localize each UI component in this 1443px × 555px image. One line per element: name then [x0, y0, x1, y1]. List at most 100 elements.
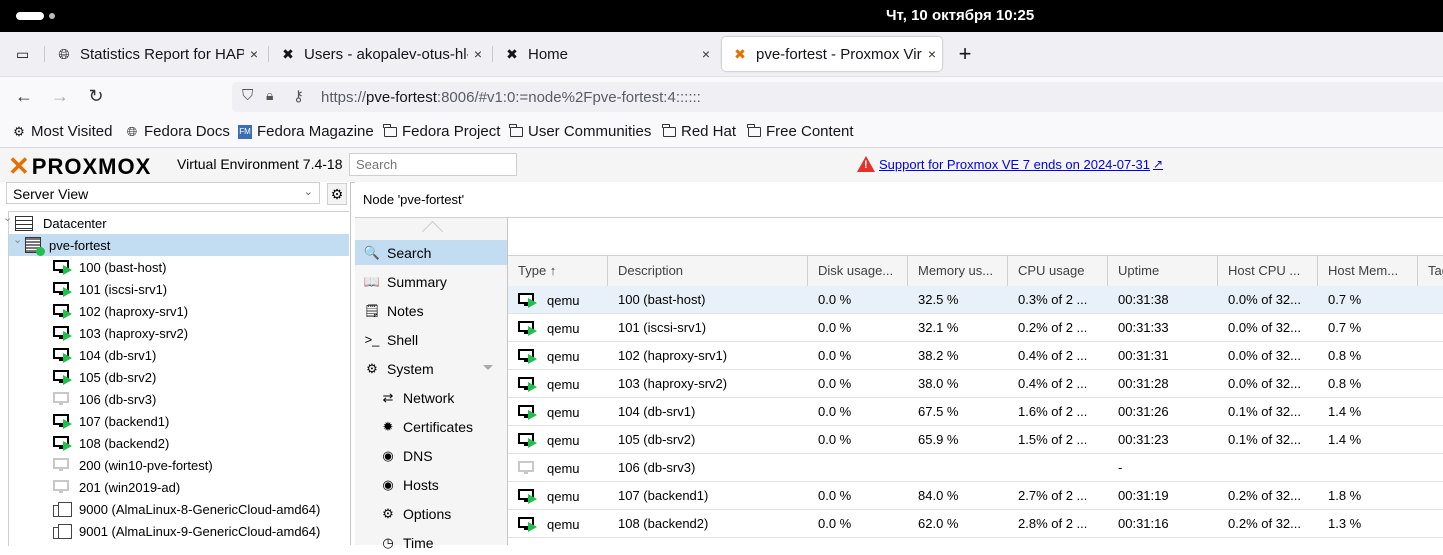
tree-item[interactable]: 105 (db-srv2): [9, 366, 349, 388]
table-row[interactable]: qemu 108 (backend2) 0.0 % 62.0 % 2.8% of 2 .…: [508, 510, 1443, 538]
column-header[interactable]: Uptime: [1108, 256, 1218, 286]
tab-proxmox[interactable]: ✖ pve-fortest - Proxmox Virtual ×: [722, 37, 942, 71]
bookmark-fedora-magazine[interactable]: FM Fedora Magazine: [238, 123, 374, 140]
tree-item[interactable]: 101 (iscsi-srv1): [9, 278, 349, 300]
bookmark-most-visited[interactable]: ⚙ Most Visited: [12, 123, 112, 140]
column-header[interactable]: Memory us...: [908, 256, 1008, 286]
warning-icon: [857, 156, 875, 172]
tree-item-label: 107 (backend1): [79, 413, 170, 429]
tab-home[interactable]: ✖ Home ×: [494, 37, 716, 71]
menu-item-certificates[interactable]: ✹ Certificates: [355, 414, 507, 439]
globe-icon: 🌐︎: [58, 45, 70, 62]
bookmark-user-communities[interactable]: User Communities: [509, 123, 651, 140]
favicon-icon: ✖: [506, 45, 518, 62]
bookmark-free-content[interactable]: Free Content: [747, 123, 854, 140]
tab-users[interactable]: ✖ Users - akopalev-otus-hl-u ×: [270, 37, 488, 71]
vm-running-icon: [518, 377, 537, 392]
tree-item-label: 104 (db-srv1): [79, 347, 157, 363]
forward-icon[interactable]: →: [48, 84, 72, 108]
gear-icon: ⚙: [13, 123, 25, 139]
server-view-select[interactable]: Server View ⌄: [6, 182, 320, 204]
tree-item[interactable]: ⌄ Datacenter: [3, 212, 349, 234]
gear-icon[interactable]: ⚙: [327, 183, 347, 205]
bookmark-red-hat[interactable]: Red Hat: [662, 123, 736, 140]
tree-item[interactable]: 106 (db-srv3): [9, 388, 349, 410]
table-row[interactable]: qemu 100 (bast-host) 0.0 % 32.5 % 0.3% of 2 …: [508, 286, 1443, 314]
url-bar[interactable]: ⛉ 🔒︎ ⚷ https://pve-fortest:8006/#v1:0:=n…: [232, 82, 1443, 112]
tree-item[interactable]: 102 (haproxy-srv1): [9, 300, 349, 322]
scroll-up-icon[interactable]: [421, 220, 444, 243]
column-header[interactable]: Tags: [1418, 256, 1443, 286]
bookmark-fedora-project[interactable]: Fedora Project: [383, 123, 500, 140]
menu-item-notes[interactable]: 🗒 Notes: [355, 298, 507, 323]
cell-desc: 100 (bast-host): [618, 292, 706, 307]
close-icon[interactable]: ×: [244, 46, 264, 62]
tree-item-label: 9001 (AlmaLinux-9-GenericCloud-amd64): [79, 523, 321, 539]
cell-disk: [808, 454, 908, 482]
menu-item-dns[interactable]: ◉ DNS: [355, 443, 507, 468]
column-header[interactable]: CPU usage: [1008, 256, 1108, 286]
menu-item-time[interactable]: ◷ Time: [355, 530, 507, 555]
menu-item-system[interactable]: ⚙ System: [355, 356, 507, 381]
lock-warning-icon[interactable]: 🔒︎: [266, 87, 273, 104]
column-header[interactable]: Host CPU ...: [1218, 256, 1318, 286]
menu-item-search[interactable]: 🔍 Search: [355, 240, 507, 265]
tree-item[interactable]: 108 (backend2): [9, 432, 349, 454]
tree-item[interactable]: 103 (haproxy-srv2): [9, 322, 349, 344]
table-row[interactable]: qemu 101 (iscsi-srv1) 0.0 % 32.1 % 0.2% of 2…: [508, 314, 1443, 342]
table-row[interactable]: qemu 105 (db-srv2) 0.0 % 65.9 % 1.5% of 2 ..…: [508, 426, 1443, 454]
cell-cpu: 2.7% of 2 ...: [1018, 488, 1088, 503]
back-icon[interactable]: ←: [12, 84, 36, 108]
close-icon[interactable]: ×: [468, 46, 488, 62]
table-row[interactable]: qemu 102 (haproxy-srv1) 0.0 % 38.2 % 0.4% of…: [508, 342, 1443, 370]
cell-cpu: 0.4% of 2 ...: [1018, 348, 1088, 363]
tab-overview-button[interactable]: ▭: [6, 37, 36, 71]
expand-toggle-icon[interactable]: ⌄: [13, 233, 22, 246]
expand-toggle-icon[interactable]: ⌄: [3, 211, 12, 224]
close-icon[interactable]: ×: [696, 46, 716, 62]
key-icon[interactable]: ⚷: [293, 87, 304, 105]
vm-running-icon: [53, 326, 72, 341]
bookmark-fedora-docs[interactable]: 🌐︎ Fedora Docs: [125, 123, 230, 140]
support-notice-link[interactable]: Support for Proxmox VE 7 ends on 2024-07…: [857, 156, 1163, 172]
vm-running-icon: [518, 433, 537, 448]
table-row[interactable]: qemu 104 (db-srv1) 0.0 % 67.5 % 1.6% of 2 ..…: [508, 398, 1443, 426]
tree-item[interactable]: 104 (db-srv1): [9, 344, 349, 366]
proxmox-logo[interactable]: ✕ PROXMOX: [8, 151, 151, 182]
tree-item-label: 106 (db-srv3): [79, 391, 157, 407]
tree-item[interactable]: 200 (win10-pve-fortest): [9, 454, 349, 476]
reload-icon[interactable]: ↻: [84, 84, 108, 108]
tab-haproxy-stats[interactable]: 🌐︎ Statistics Report for HAProxy ×: [46, 37, 264, 71]
cell-hmem: 1.4 %: [1328, 404, 1362, 419]
new-tab-button[interactable]: +: [952, 37, 978, 71]
menu-item-summary[interactable]: 📖 Summary: [355, 269, 507, 294]
table-row[interactable]: qemu 106 (db-srv3) -: [508, 454, 1443, 482]
activities-indicator[interactable]: [16, 12, 44, 20]
panel-title-bar: Node 'pve-fortest': [355, 182, 1443, 218]
table-row[interactable]: qemu 107 (backend1) 0.0 % 84.0 % 2.7% of 2 .…: [508, 482, 1443, 510]
menu-item-network[interactable]: ⇄ Network: [355, 385, 507, 410]
tree-item[interactable]: 9000 (AlmaLinux-8-GenericCloud-amd64): [9, 498, 349, 520]
tree-item[interactable]: 201 (win2019-ad): [9, 476, 349, 498]
cell-disk: 0.0 %: [818, 404, 852, 419]
url-text[interactable]: https://pve-fortest:8006/#v1:0:=node%2Fp…: [321, 89, 701, 106]
pve-search-input[interactable]: [349, 153, 517, 176]
column-header[interactable]: Host Mem...: [1318, 256, 1418, 286]
tree-item[interactable]: 100 (bast-host): [9, 256, 349, 278]
close-icon[interactable]: ×: [922, 46, 942, 62]
column-header[interactable]: Description: [608, 256, 808, 286]
menu-item-options[interactable]: ⚙ Options: [355, 501, 507, 526]
shield-icon[interactable]: ⛉: [242, 87, 253, 104]
menu-item-shell[interactable]: >_ Shell: [355, 327, 507, 352]
type-cell: qemu: [508, 510, 608, 538]
cell-desc: 103 (haproxy-srv2): [618, 376, 728, 391]
tree-item[interactable]: ⌄ pve-fortest: [9, 234, 349, 256]
tree-item[interactable]: 107 (backend1): [9, 410, 349, 432]
column-header[interactable]: Disk usage...: [808, 256, 908, 286]
column-header[interactable]: Type ↑: [508, 256, 608, 286]
menu-item-hosts[interactable]: ◉ Hosts: [355, 472, 507, 497]
tree-item[interactable]: 9001 (AlmaLinux-9-GenericCloud-amd64): [9, 520, 349, 542]
resource-tree-panel: Server View ⌄ ⚙ ⌄ Datacenter ⌄ pve-fortest 10…: [0, 182, 351, 546]
cell-hmem: 0.8 %: [1328, 348, 1362, 363]
table-row[interactable]: qemu 103 (haproxy-srv2) 0.0 % 38.0 % 0.4% of…: [508, 370, 1443, 398]
